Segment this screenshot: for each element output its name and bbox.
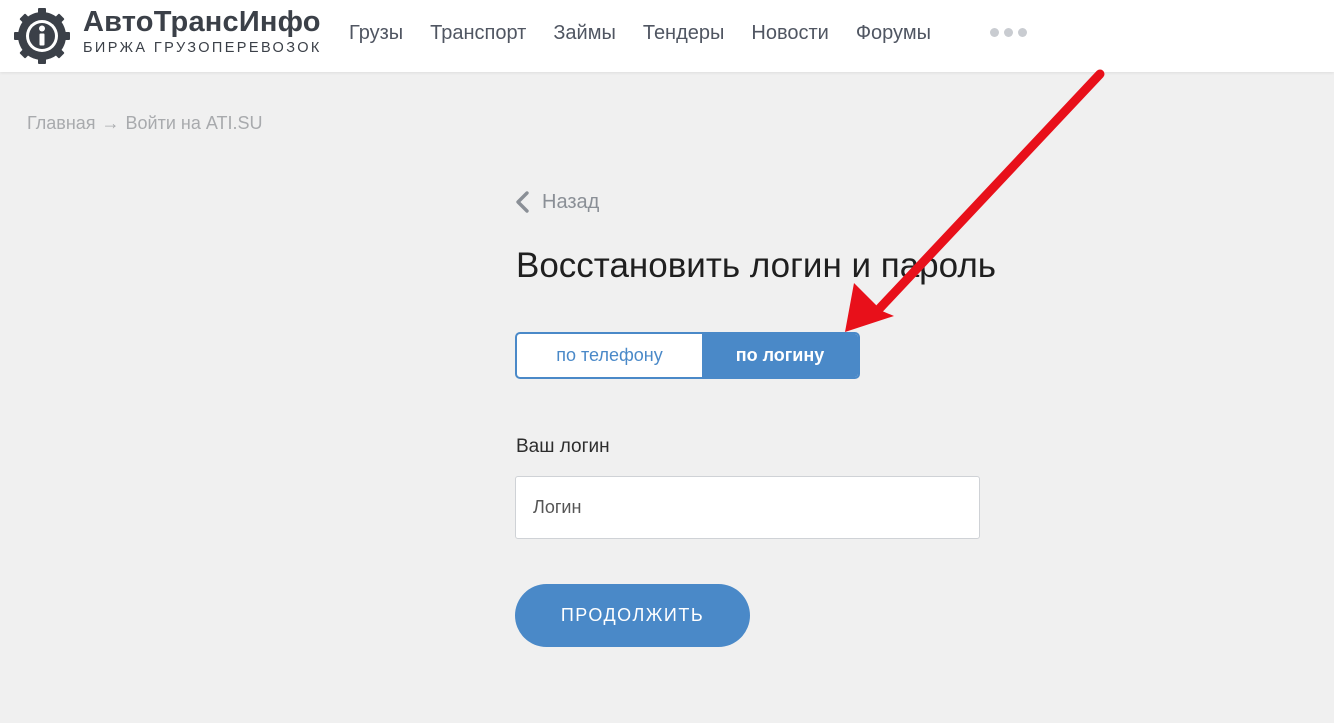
brand-name[interactable]: АвтоТрансИнфо	[83, 6, 321, 39]
tab-by-login[interactable]: по логину	[702, 334, 858, 377]
nav-item-loans[interactable]: Займы	[553, 22, 616, 45]
breadcrumb-current: Войти на ATI.SU	[125, 113, 263, 133]
nav-item-news[interactable]: Новости	[751, 22, 828, 45]
back-link[interactable]: Назад	[514, 190, 599, 214]
continue-button[interactable]: ПРОДОЛЖИТЬ	[515, 584, 750, 647]
nav-item-forums[interactable]: Форумы	[856, 22, 931, 45]
recovery-method-toggle: по телефону по логину	[515, 332, 860, 379]
page-title: Восстановить логин и пароль	[516, 246, 997, 285]
main-nav: Грузы Транспорт Займы Тендеры Новости Фо…	[349, 22, 931, 45]
back-label: Назад	[542, 190, 600, 213]
more-dots-icon[interactable]	[990, 28, 1027, 37]
nav-item-transport[interactable]: Транспорт	[430, 22, 526, 45]
login-input[interactable]	[515, 476, 980, 539]
breadcrumb-home-link[interactable]: Главная	[27, 113, 96, 133]
site-header: АвтоТрансИнфо БИРЖА ГРУЗОПЕРЕВОЗОК Грузы…	[0, 0, 1334, 72]
tab-by-phone[interactable]: по телефону	[517, 334, 702, 377]
brand-subtitle: БИРЖА ГРУЗОПЕРЕВОЗОК	[83, 40, 322, 56]
login-field-label: Ваш логин	[516, 436, 610, 457]
breadcrumb-arrow: →	[101, 113, 120, 133]
chevron-left-icon	[516, 191, 529, 213]
nav-item-tenders[interactable]: Тендеры	[643, 22, 725, 45]
info-gear-icon[interactable]	[12, 6, 72, 66]
breadcrumb: Главная → Войти на ATI.SU	[27, 113, 263, 134]
nav-item-cargo[interactable]: Грузы	[349, 22, 403, 45]
